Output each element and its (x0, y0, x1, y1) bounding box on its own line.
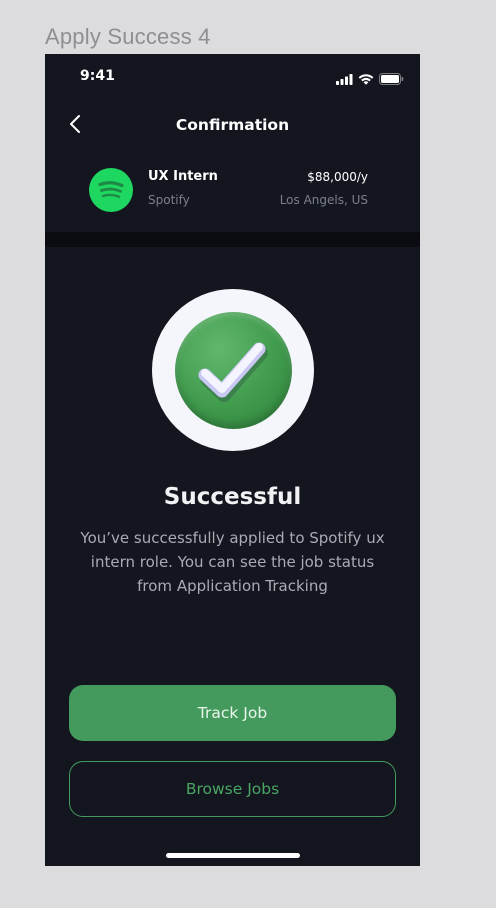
job-title: UX Intern (148, 169, 218, 184)
cellular-signal-icon (336, 70, 353, 89)
check-badge-icon (174, 311, 292, 429)
spotify-logo-icon (89, 168, 133, 212)
job-salary: $88,000/y (307, 170, 368, 184)
section-divider (45, 232, 420, 247)
status-time: 9:41 (80, 68, 115, 84)
wifi-icon (358, 70, 374, 89)
job-location: Los Angels, US (279, 193, 368, 207)
success-title: Successful (163, 484, 302, 510)
job-summary-card: UX Intern Spotify $88,000/y Los Angels, … (89, 166, 369, 214)
battery-icon (379, 70, 404, 89)
success-badge (152, 289, 314, 451)
success-message: You’ve successfully applied to Spotify u… (80, 529, 385, 595)
status-icons (336, 70, 404, 89)
phone-screen: 9:41 Confirmation UX Intern Spotify $88,… (45, 54, 420, 866)
browse-jobs-button[interactable]: Browse Jobs (69, 761, 396, 817)
status-bar: 9:41 (45, 54, 420, 98)
job-company: Spotify (148, 193, 190, 207)
home-indicator (166, 853, 300, 858)
frame-title: Apply Success 4 (45, 24, 211, 49)
page-title: Confirmation (175, 116, 290, 134)
track-job-button[interactable]: Track Job (69, 685, 396, 741)
